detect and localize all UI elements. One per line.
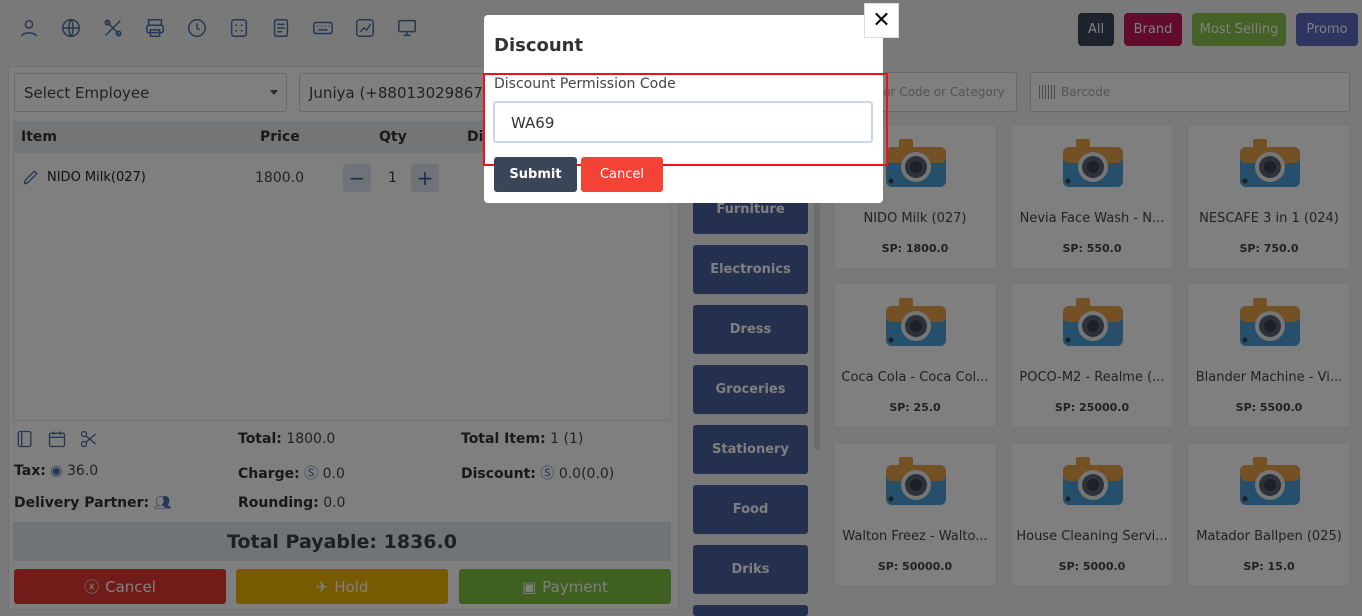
field-label: Discount Permission Code [494,76,676,92]
submit-button[interactable]: Submit [494,157,577,192]
modal-cancel-button[interactable]: Cancel [581,157,663,192]
modal-title: Discount [494,35,584,56]
discount-modal: Discount Discount Permission Code WA69 S… [483,15,888,203]
close-button[interactable]: ✕ [864,3,899,38]
permission-code-input[interactable]: WA69 [493,101,873,143]
close-icon: ✕ [872,7,891,33]
